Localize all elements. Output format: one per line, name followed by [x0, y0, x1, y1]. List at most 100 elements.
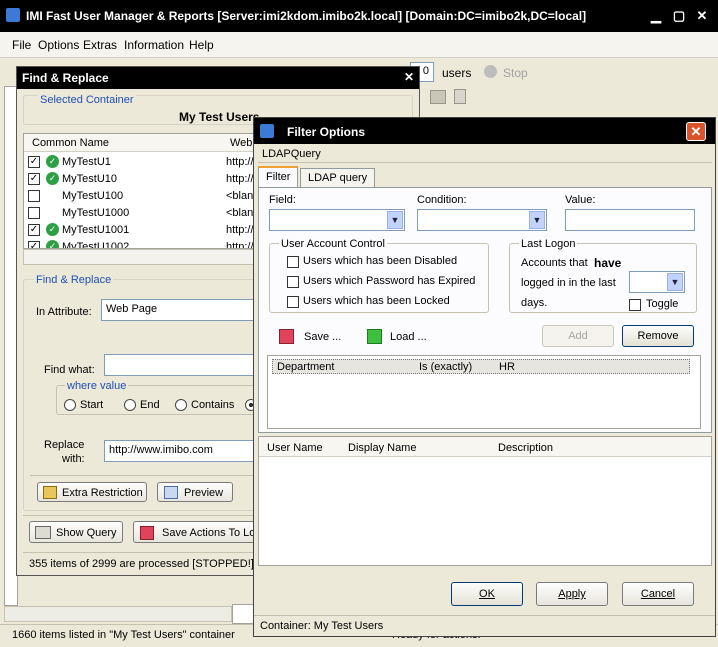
radio-start-label: Start: [80, 399, 104, 411]
days-dropdown-icon[interactable]: ▼: [667, 273, 683, 291]
main-titlebar[interactable]: IMI Fast User Manager & Reports [Server:…: [0, 0, 718, 32]
replace-label-line2: with:: [62, 453, 85, 465]
apply-button[interactable]: Apply: [536, 582, 608, 606]
in-attribute-field[interactable]: Web Page: [101, 299, 261, 321]
save-actions-button[interactable]: Save Actions To Lo: [133, 521, 257, 543]
preview-label: Preview: [184, 487, 224, 499]
column-display-name[interactable]: Display Name: [348, 442, 416, 454]
last-logon-text2: logged in in the last: [521, 277, 616, 289]
find-replace-group: Find & Replace In Attribute: Web Page Fi…: [23, 274, 266, 511]
extra-restriction-label: Extra Restriction: [62, 487, 143, 499]
user-list-hscroll[interactable]: [23, 249, 255, 265]
tab-ldap-query[interactable]: LDAP query: [300, 168, 376, 188]
app-title: IMI Fast User Manager & Reports [Server:…: [26, 9, 587, 23]
document-icon[interactable]: [454, 89, 466, 104]
table-row[interactable]: ✓ ✓ MyTestU1001 http://: [24, 222, 254, 238]
menu-help[interactable]: Help: [189, 38, 214, 52]
export-icon[interactable]: [430, 90, 446, 104]
find-replace-close-icon[interactable]: ✕: [402, 70, 416, 84]
field-label: Field:: [269, 194, 296, 206]
filter-options-close-icon[interactable]: ✕: [686, 122, 706, 141]
field-select[interactable]: ▼: [269, 209, 405, 231]
uac-locked-checkbox[interactable]: [287, 296, 299, 308]
find-replace-title: Find & Replace: [22, 71, 109, 85]
column-description[interactable]: Description: [498, 442, 553, 454]
table-row[interactable]: ✓ ✓ MyTestU10 http://: [24, 171, 254, 187]
find-replace-section-label: Find & Replace: [34, 274, 114, 286]
table-row[interactable]: MyTestU100 <blan: [24, 188, 254, 204]
menu-file[interactable]: File: [12, 38, 31, 52]
ok-button[interactable]: OK: [451, 582, 523, 606]
radio-start[interactable]: [64, 399, 76, 411]
last-logon-days-select[interactable]: ▼: [629, 271, 685, 293]
right-list-panel[interactable]: [232, 604, 254, 624]
criteria-field: Department: [277, 361, 335, 373]
radio-end[interactable]: [124, 399, 136, 411]
minimize-icon[interactable]: ▁: [646, 7, 666, 25]
remove-button[interactable]: Remove: [622, 325, 694, 347]
maximize-icon[interactable]: ▢: [669, 7, 689, 25]
table-row[interactable]: ✓ ✓ MyTestU1002 http://: [24, 239, 254, 248]
status-left-text: 1660 items listed in "My Test Users" con…: [12, 629, 235, 641]
show-query-label: Show Query: [56, 527, 117, 539]
criteria-list[interactable]: Department Is (exactly) HR: [267, 355, 701, 429]
replace-with-input[interactable]: http://www.imibo.com: [104, 440, 264, 462]
close-icon[interactable]: ✕: [692, 7, 712, 25]
row-web: http://: [226, 224, 254, 236]
column-user-name[interactable]: User Name: [267, 442, 323, 454]
results-header: User Name Display Name Description: [259, 437, 711, 457]
extra-restriction-button[interactable]: Extra Restriction: [37, 482, 147, 502]
stop-icon[interactable]: [484, 65, 497, 78]
save-filter-button[interactable]: Save ...: [279, 328, 349, 348]
row-checkbox[interactable]: ✓: [28, 224, 40, 236]
uac-disabled-label: Users which has been Disabled: [303, 255, 458, 267]
field-dropdown-icon[interactable]: ▼: [387, 211, 403, 229]
row-checkbox[interactable]: ✓: [28, 241, 40, 248]
user-list[interactable]: Common Name Web ✓ ✓ MyTestU1 http://✓ ✓ MyTes…: [23, 133, 255, 249]
menu-extras[interactable]: Extras: [83, 38, 117, 52]
filter-options-titlebar[interactable]: Filter Options ✕: [254, 118, 715, 144]
save-icon: [279, 329, 294, 344]
tab-ldap-query-label: LDAP query: [308, 172, 368, 184]
column-common-name[interactable]: Common Name: [32, 137, 109, 149]
load-filter-button[interactable]: Load ...: [367, 328, 437, 348]
radio-end-label: End: [140, 399, 160, 411]
find-replace-titlebar[interactable]: Find & Replace ✕: [17, 67, 419, 89]
menu-bar: File Options Extras Information Help: [0, 32, 718, 58]
value-input[interactable]: [565, 209, 695, 231]
show-query-button[interactable]: Show Query: [29, 521, 123, 543]
table-row[interactable]: ✓ ✓ MyTestU1 http://: [24, 154, 254, 170]
toggle-checkbox[interactable]: [629, 299, 641, 311]
replace-label-line1: Replace: [44, 439, 85, 451]
radio-contains[interactable]: [175, 399, 187, 411]
add-button[interactable]: Add: [542, 325, 614, 347]
check-status-icon: ✓: [46, 223, 59, 236]
menu-information[interactable]: Information: [124, 38, 184, 52]
stop-button[interactable]: Stop: [503, 66, 528, 80]
row-checkbox[interactable]: [28, 207, 40, 219]
condition-label: Condition:: [417, 194, 467, 206]
row-checkbox[interactable]: ✓: [28, 173, 40, 185]
row-checkbox[interactable]: [28, 190, 40, 202]
tab-filter-label: Filter: [266, 171, 291, 183]
criteria-row[interactable]: Department Is (exactly) HR: [272, 359, 690, 374]
apply-button-label: Apply: [558, 588, 586, 600]
preview-button[interactable]: Preview: [157, 482, 233, 502]
row-checkbox[interactable]: ✓: [28, 156, 40, 168]
users-label: users: [442, 66, 472, 80]
left-tree-hscroll[interactable]: [4, 606, 232, 622]
condition-select[interactable]: ▼: [417, 209, 547, 231]
menu-options[interactable]: Options: [38, 38, 79, 52]
tab-filter[interactable]: Filter: [258, 166, 299, 188]
cancel-button[interactable]: Cancel: [622, 582, 694, 606]
condition-dropdown-icon[interactable]: ▼: [529, 211, 545, 229]
uac-expired-checkbox[interactable]: [287, 276, 299, 288]
selected-container-label: Selected Container: [38, 94, 136, 106]
column-web[interactable]: Web: [230, 137, 252, 149]
uac-disabled-checkbox[interactable]: [287, 256, 299, 268]
results-list[interactable]: User Name Display Name Description: [258, 436, 712, 566]
load-icon: [367, 329, 382, 344]
table-row[interactable]: MyTestU1000 <blan: [24, 205, 254, 221]
right-list-toolbar: [422, 86, 718, 108]
find-what-input[interactable]: [104, 354, 264, 376]
